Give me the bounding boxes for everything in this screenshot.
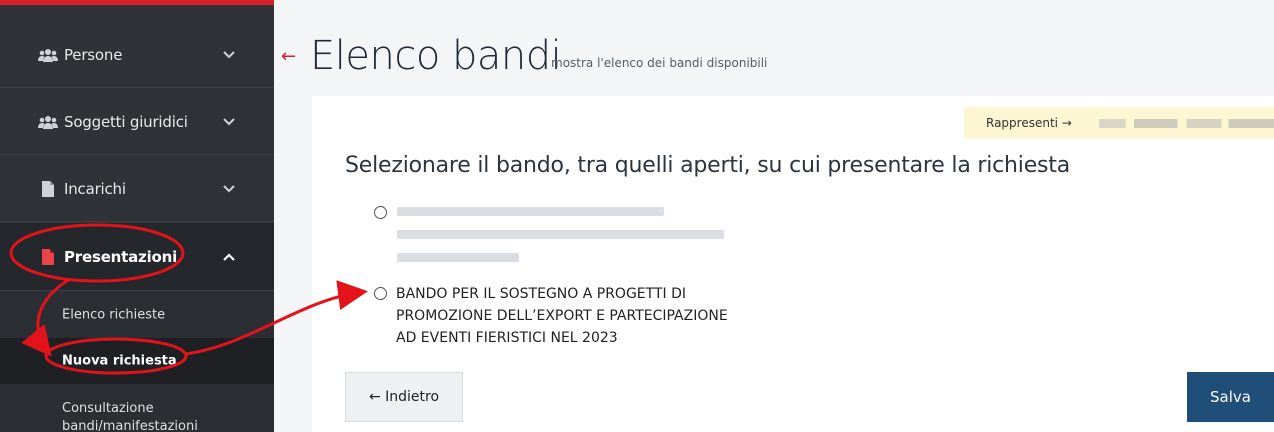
- bando-radio-2[interactable]: [374, 287, 387, 300]
- back-button[interactable]: ← Indietro: [345, 372, 463, 422]
- sidebar-subitem-consultazione-bandi[interactable]: Consultazione bandi/manifestazioni: [0, 384, 274, 432]
- sidebar-item-label: Persone: [64, 45, 123, 64]
- sidebar-item-presentazioni[interactable]: Presentazioni: [0, 223, 274, 291]
- save-button[interactable]: Salva: [1187, 372, 1274, 422]
- sidebar-item-persone[interactable]: Persone: [0, 22, 274, 88]
- sidebar-item-incarichi[interactable]: Incarichi: [0, 156, 274, 222]
- file-icon: [42, 248, 54, 265]
- page-subtitle: mostra l'elenco dei bandi disponibili: [551, 56, 768, 70]
- sidebar-item-soggetti-giuridici[interactable]: Soggetti giuridici: [0, 89, 274, 155]
- sidebar-item-label: Presentazioni: [64, 247, 178, 266]
- sidebar-item-label: Soggetti giuridici: [64, 112, 188, 131]
- represents-label: Rappresenti →: [986, 116, 1072, 130]
- back-arrow-icon[interactable]: ←: [281, 46, 296, 67]
- sidebar-subitem-elenco-richieste[interactable]: Elenco richieste: [0, 292, 274, 338]
- instruction-text: Selezionare il bando, tra quelli aperti,…: [345, 153, 1071, 178]
- file-icon: [42, 180, 54, 197]
- sidebar-item-label: Incarichi: [64, 179, 126, 198]
- bando-option-2-label[interactable]: BANDO PER IL SOSTEGNO A PROGETTI DI PROM…: [396, 283, 728, 349]
- chevron-down-icon: [223, 117, 235, 125]
- chevron-down-icon: [223, 50, 235, 58]
- sidebar-subitem-nuova-richiesta[interactable]: Nuova richiesta: [0, 338, 274, 384]
- users-icon: [38, 48, 58, 62]
- chevron-down-icon: [223, 184, 235, 192]
- sidebar: Persone Soggetti giuridici Incarichi Pre…: [0, 0, 274, 432]
- represents-banner: Rappresenti →: [964, 107, 1274, 139]
- users-icon: [38, 115, 58, 129]
- represents-redacted-value: [1099, 119, 1274, 128]
- chevron-up-icon: [223, 252, 235, 261]
- app-root: Persone Soggetti giuridici Incarichi Pre…: [0, 0, 1274, 432]
- bando-radio-1[interactable]: [374, 206, 387, 219]
- page-title: Elenco bandi: [310, 33, 562, 79]
